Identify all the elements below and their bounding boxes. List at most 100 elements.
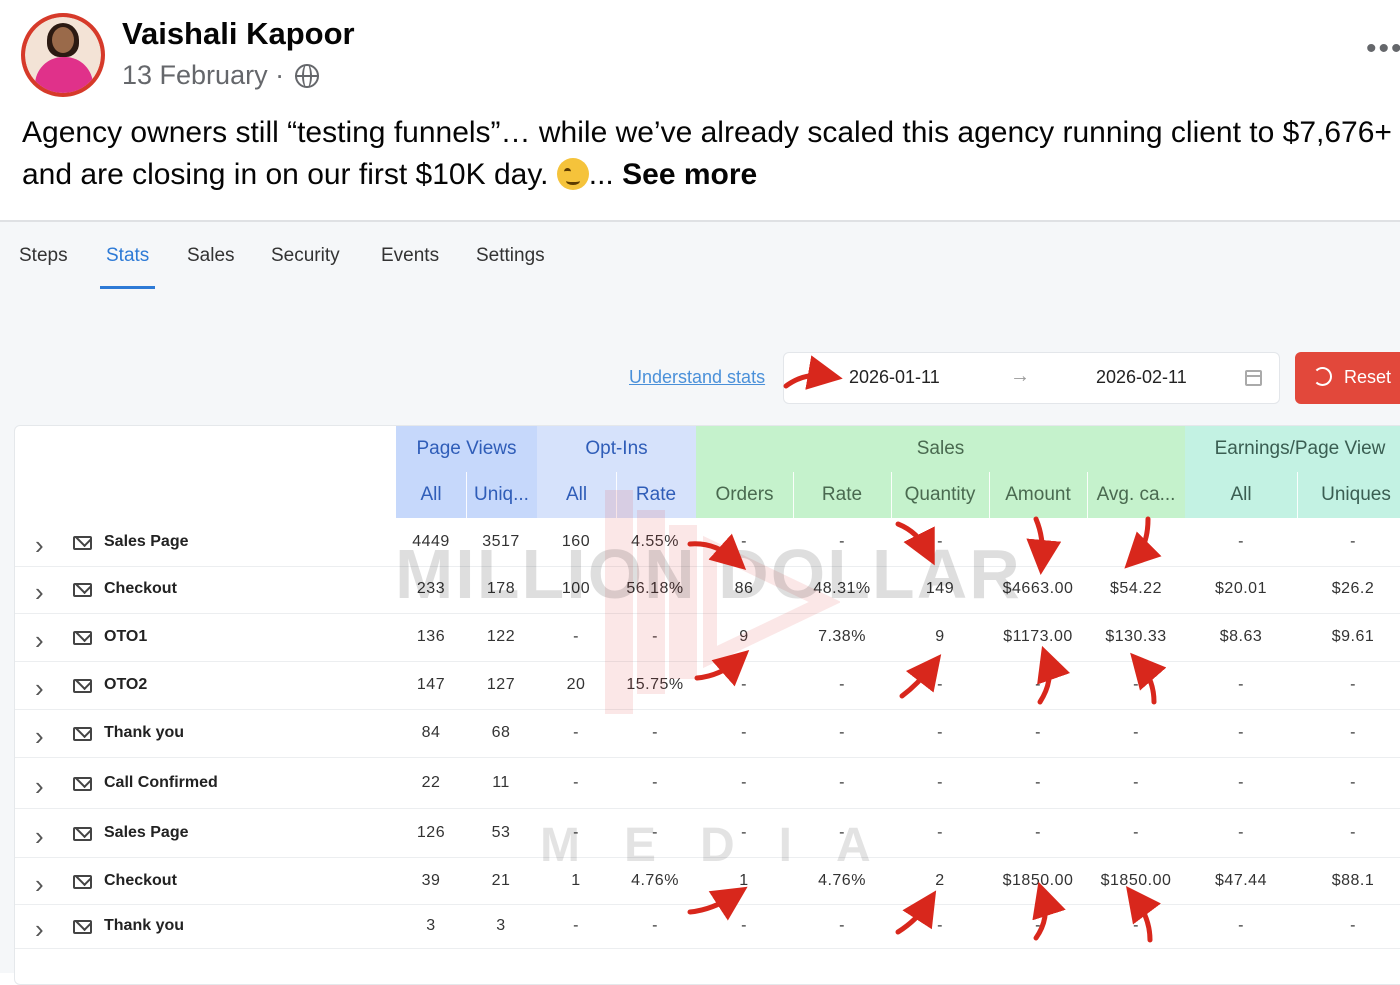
row-step-name[interactable]: Checkout [104, 872, 177, 890]
envelope-icon [73, 727, 92, 741]
table-cell: - [1035, 917, 1041, 934]
reset-label: Reset [1344, 367, 1392, 387]
chevron-right-icon[interactable]: › [35, 530, 44, 561]
header-separator [1087, 472, 1088, 518]
table-cell: $26.2 [1331, 580, 1375, 597]
chevron-right-icon[interactable]: › [35, 869, 44, 900]
tab-settings[interactable]: Settings [476, 245, 545, 267]
tab-security[interactable]: Security [271, 245, 340, 267]
col-sales-avg-cart[interactable]: Avg. ca... [1087, 472, 1185, 518]
table-cell: $88.1 [1331, 872, 1375, 889]
col-pv-all[interactable]: All [396, 472, 466, 518]
envelope-icon [73, 777, 92, 791]
chevron-right-icon[interactable]: › [35, 914, 44, 945]
tab-steps[interactable]: Steps [19, 245, 68, 267]
envelope-icon [73, 583, 92, 597]
date-separator: · [275, 60, 285, 90]
row-step-name[interactable]: Thank you [104, 724, 184, 742]
chevron-right-icon[interactable]: › [35, 721, 44, 752]
table-cell: - [1035, 824, 1041, 841]
post-date-text[interactable]: 13 February [122, 60, 268, 90]
tab-events[interactable]: Events [381, 245, 439, 267]
active-tab-indicator [100, 286, 155, 289]
group-page-views: Page Views [396, 426, 537, 472]
table-cell: - [937, 724, 943, 741]
row-step-name[interactable]: OTO2 [104, 676, 147, 694]
reset-button[interactable]: Reset [1295, 352, 1400, 404]
table-cell: - [839, 774, 845, 791]
table-cell: - [1350, 676, 1356, 693]
tab-bar: Steps Stats Sales Security Events Settin… [0, 222, 1400, 292]
table-cell: 4.76% [631, 872, 679, 889]
envelope-icon [73, 827, 92, 841]
chevron-right-icon[interactable]: › [35, 673, 44, 704]
envelope-icon [73, 875, 92, 889]
calendar-icon[interactable] [1245, 370, 1262, 386]
table-cell: $54.22 [1110, 580, 1162, 597]
row-step-name[interactable]: Sales Page [104, 533, 189, 551]
author-avatar[interactable] [21, 13, 105, 97]
row-step-name[interactable]: OTO1 [104, 628, 147, 646]
table-cell: - [937, 917, 943, 934]
tab-sales[interactable]: Sales [187, 245, 235, 267]
table-cell: - [839, 917, 845, 934]
col-epv-uniques[interactable]: Uniques [1297, 472, 1400, 518]
row-step-name[interactable]: Call Confirmed [104, 774, 218, 792]
table-cell: - [1238, 824, 1244, 841]
post-ellipsis: ... [588, 158, 614, 191]
row-step-name[interactable]: Sales Page [104, 824, 189, 842]
post-text: Agency owners still “testing funnels”… w… [22, 112, 1392, 196]
smirk-emoji-icon [556, 158, 589, 190]
date-start[interactable]: 2026-01-11 [849, 367, 940, 388]
table-row[interactable]: › Thank you 3 3- - - - - - - - - [15, 905, 1400, 949]
table-cell: - [1133, 724, 1139, 741]
chevron-right-icon[interactable]: › [35, 577, 44, 608]
table-cell: - [741, 774, 747, 791]
table-row[interactable]: › Call Confirmed 22 11- - - - - - - - - [15, 758, 1400, 809]
table-cell: - [1238, 917, 1244, 934]
table-cell: 1 [739, 872, 749, 889]
header-separator [989, 472, 990, 518]
table-cell: $8.63 [1219, 628, 1263, 645]
header-separator [1297, 472, 1298, 518]
table-cell: - [1133, 774, 1139, 791]
col-sales-amount[interactable]: Amount [989, 472, 1087, 518]
table-cell: - [1238, 533, 1244, 550]
chevron-right-icon[interactable]: › [35, 625, 44, 656]
table-cell: $9.61 [1331, 628, 1375, 645]
post-date[interactable]: 13 February · [122, 60, 284, 91]
table-cell: $1173.00 [1003, 628, 1073, 645]
group-sales: Sales [696, 426, 1185, 472]
table-cell: - [1350, 533, 1356, 550]
header-separator [466, 472, 467, 518]
refresh-icon [1313, 367, 1332, 386]
table-cell: $1850.00 [1002, 872, 1074, 889]
table-cell: $20.01 [1215, 580, 1267, 597]
date-range-picker[interactable]: 2026-01-11 → 2026-02-11 [783, 352, 1280, 404]
col-epv-all[interactable]: All [1185, 472, 1297, 518]
watermark-text: MILLION DOLLAR [395, 535, 1022, 613]
watermark-subtext: MEDIA [540, 819, 915, 872]
table-cell: - [741, 917, 747, 934]
table-cell: - [1035, 774, 1041, 791]
table-cell: - [652, 774, 658, 791]
tab-stats[interactable]: Stats [106, 245, 149, 267]
chevron-right-icon[interactable]: › [35, 821, 44, 852]
table-row[interactable]: › Thank you 84 68- - - - - - - - - [15, 710, 1400, 758]
chevron-right-icon[interactable]: › [35, 771, 44, 802]
table-cell: - [652, 917, 658, 934]
understand-stats-link[interactable]: Understand stats [629, 367, 765, 388]
col-pv-uniques[interactable]: Uniq... [466, 472, 537, 518]
more-options-icon[interactable]: ••• [1366, 32, 1400, 66]
row-step-name[interactable]: Thank you [104, 917, 184, 935]
see-more-link[interactable]: See more [622, 158, 757, 191]
envelope-icon [73, 631, 92, 645]
envelope-icon [73, 679, 92, 693]
date-end[interactable]: 2026-02-11 [1096, 367, 1187, 388]
header-separator [891, 472, 892, 518]
table-cell: - [1133, 824, 1139, 841]
author-name[interactable]: Vaishali Kapoor [122, 16, 355, 52]
row-step-name[interactable]: Checkout [104, 580, 177, 598]
col-sales-quantity[interactable]: Quantity [891, 472, 989, 518]
table-cell: $1850.00 [1100, 872, 1172, 889]
